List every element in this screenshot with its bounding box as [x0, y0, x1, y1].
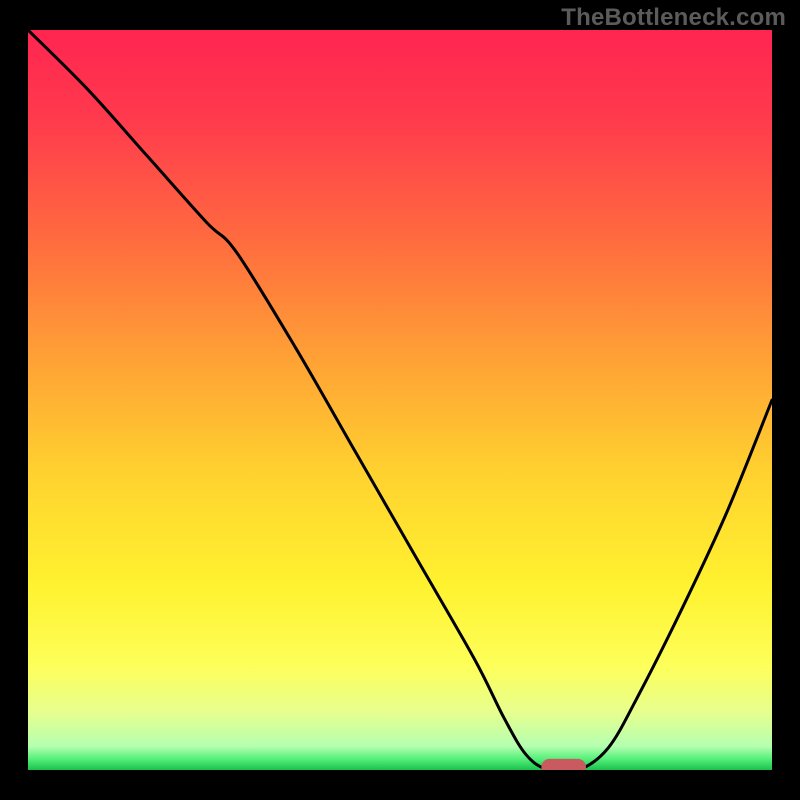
bottleneck-chart	[28, 30, 772, 770]
chart-frame: TheBottleneck.com	[0, 0, 800, 800]
optimal-marker	[541, 759, 586, 770]
gradient-background	[28, 30, 772, 770]
plot-area	[28, 30, 772, 770]
watermark-text: TheBottleneck.com	[561, 4, 786, 32]
